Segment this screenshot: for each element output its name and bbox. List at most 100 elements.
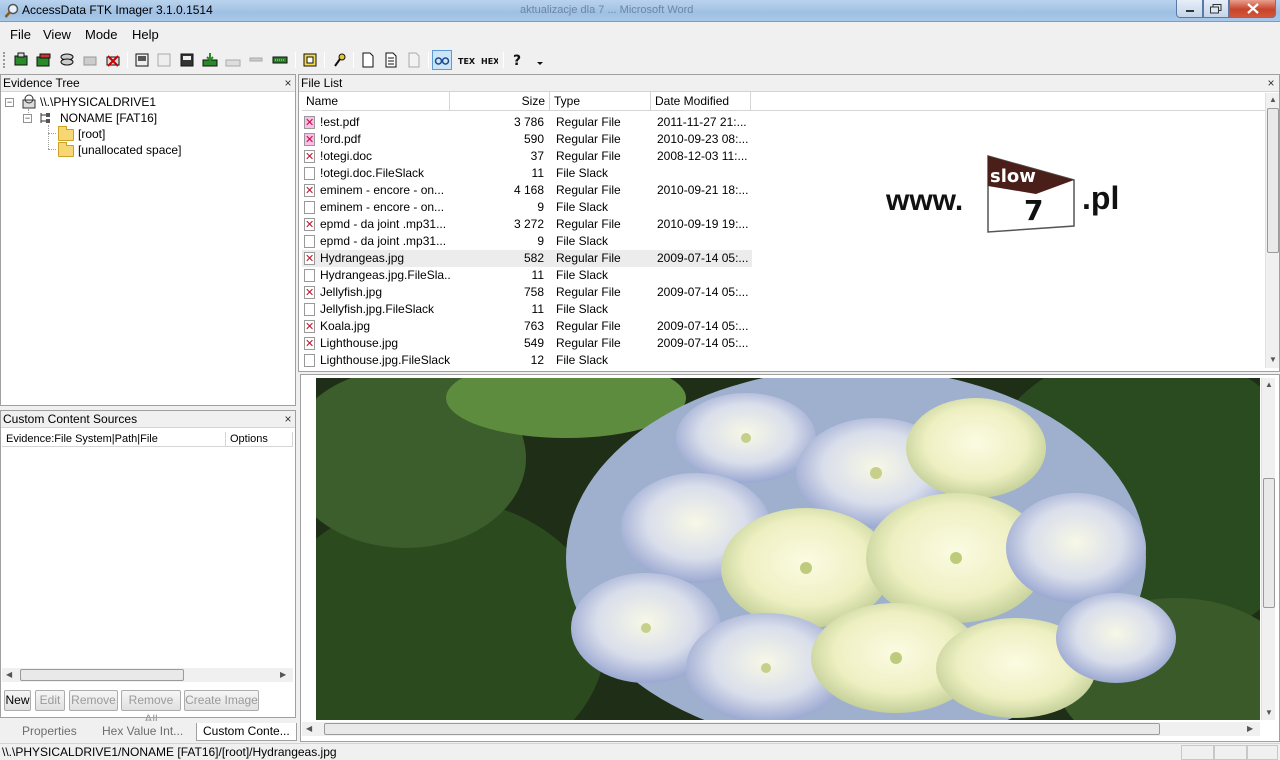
column-name[interactable]: Name bbox=[302, 92, 450, 111]
file-icon bbox=[304, 303, 315, 316]
file-row[interactable]: Hydrangeas.jpg.FileSla... 11 File Slack bbox=[302, 267, 752, 284]
create-custom-image-button[interactable] bbox=[223, 50, 243, 70]
scroll-right-icon[interactable]: ▶ bbox=[280, 670, 286, 679]
remove-button[interactable]: Remove bbox=[69, 690, 118, 711]
toolbar-overflow-button[interactable] bbox=[530, 50, 550, 70]
scroll-thumb[interactable] bbox=[20, 669, 184, 681]
file-row[interactable]: !otegi.doc.FileSlack 11 File Slack bbox=[302, 165, 752, 182]
text-view-mode-button[interactable]: TEXT bbox=[456, 50, 476, 70]
status-cell bbox=[1214, 745, 1247, 760]
file-row[interactable]: !ord.pdf 590 Regular File 2010-09-23 08:... bbox=[302, 131, 752, 149]
file-icon bbox=[304, 235, 315, 248]
file-name: eminem - encore - on... bbox=[320, 200, 445, 214]
scroll-thumb[interactable] bbox=[1267, 108, 1279, 253]
tab-hex-value-interpreter[interactable]: Hex Value Int... bbox=[96, 723, 189, 741]
minimize-button[interactable] bbox=[1176, 0, 1203, 18]
verify-drive-button[interactable] bbox=[270, 50, 290, 70]
file-row[interactable]: !otegi.doc 37 Regular File 2008-12-03 11:..… bbox=[302, 148, 752, 166]
file-type: File Slack bbox=[556, 353, 609, 367]
scroll-up-icon[interactable]: ▲ bbox=[1269, 95, 1277, 104]
help-button[interactable]: ? bbox=[508, 50, 528, 70]
file-row[interactable]: Hydrangeas.jpg 582 Regular File 2009-07-14 … bbox=[302, 250, 752, 268]
file-row[interactable]: epmd - da joint .mp31... 9 File Slack bbox=[302, 233, 752, 250]
text-mode-icon: TEXT bbox=[458, 57, 475, 66]
create-image-button[interactable]: Create Image bbox=[184, 690, 259, 711]
export-files-button[interactable] bbox=[300, 50, 320, 70]
glasses-icon bbox=[434, 57, 450, 65]
scroll-down-icon[interactable]: ▼ bbox=[1269, 355, 1277, 364]
scroll-up-icon[interactable]: ▲ bbox=[1265, 380, 1273, 389]
magnifier-app-icon bbox=[4, 3, 19, 18]
file-row[interactable]: Jellyfish.jpg 758 Regular File 2009-07-14 0… bbox=[302, 284, 752, 302]
file-row[interactable]: eminem - encore - on... 4 168 Regular File… bbox=[302, 182, 752, 200]
column-type[interactable]: Type bbox=[550, 92, 651, 111]
add-all-icon bbox=[36, 53, 51, 67]
custom-content-scrollbar[interactable]: ◀ ▶ bbox=[2, 668, 293, 682]
menu-help[interactable]: Help bbox=[132, 27, 159, 42]
export-hash-button[interactable] bbox=[330, 50, 350, 70]
column-date-modified[interactable]: Date Modified bbox=[651, 92, 751, 111]
column-evidence-path[interactable]: Evidence:File System|Path|File bbox=[2, 432, 226, 447]
column-options[interactable]: Options bbox=[226, 432, 293, 447]
maximize-button[interactable] bbox=[1203, 0, 1229, 18]
file-row[interactable]: Jellyfish.jpg.FileSlack 11 File Slack bbox=[302, 301, 752, 318]
scroll-left-icon[interactable]: ◀ bbox=[306, 724, 312, 733]
toolbar-grip[interactable] bbox=[3, 52, 6, 68]
decrypt-button[interactable] bbox=[246, 50, 266, 70]
collapse-icon[interactable]: − bbox=[5, 98, 14, 107]
menu-file[interactable]: File bbox=[10, 27, 31, 42]
add-to-custom-content-button[interactable] bbox=[200, 50, 220, 70]
toolbar-separator bbox=[324, 52, 325, 68]
edit-button[interactable]: Edit bbox=[35, 690, 65, 711]
file-row[interactable]: Lighthouse.jpg.FileSlack 12 File Slack bbox=[302, 352, 752, 369]
export-disk-image-button[interactable] bbox=[154, 50, 174, 70]
file-type: File Slack bbox=[556, 166, 609, 180]
deleted-file-icon bbox=[304, 132, 315, 149]
close-button[interactable] bbox=[1229, 0, 1276, 18]
scroll-down-icon[interactable]: ▼ bbox=[1265, 708, 1273, 717]
file-row[interactable]: Lighthouse.jpg 549 Regular File 2009-07-14 … bbox=[302, 335, 752, 353]
scroll-thumb[interactable] bbox=[324, 723, 1160, 735]
close-panel-icon[interactable]: × bbox=[283, 413, 293, 425]
remove-evidence-button[interactable] bbox=[80, 50, 100, 70]
add-evidence-button[interactable] bbox=[11, 50, 31, 70]
folder-icon bbox=[58, 126, 74, 141]
tab-properties[interactable]: Properties bbox=[16, 723, 83, 741]
viewer-horizontal-scrollbar[interactable]: ◀ ▶ bbox=[302, 722, 1260, 736]
file-list-scrollbar[interactable]: ▲ ▼ bbox=[1265, 93, 1279, 368]
hex-view-mode-button[interactable]: HEX bbox=[479, 50, 499, 70]
menu-view[interactable]: View bbox=[43, 27, 71, 42]
file-row[interactable]: !est.pdf 3 786 Regular File 2011-11-27 21:.… bbox=[302, 114, 752, 132]
file-properties-button[interactable] bbox=[381, 50, 401, 70]
file-name: !otegi.doc.FileSlack bbox=[320, 166, 425, 180]
document-icon bbox=[362, 52, 374, 68]
toolbar-separator bbox=[353, 52, 354, 68]
scroll-thumb[interactable] bbox=[1263, 478, 1275, 608]
add-all-evidence-button[interactable] bbox=[34, 50, 54, 70]
column-size[interactable]: Size bbox=[450, 92, 550, 111]
deleted-file-icon bbox=[304, 336, 315, 353]
auto-view-mode-button[interactable] bbox=[432, 50, 452, 70]
remove-all-icon bbox=[106, 55, 120, 67]
image-mounting-button[interactable] bbox=[57, 50, 77, 70]
scroll-left-icon[interactable]: ◀ bbox=[6, 670, 12, 679]
file-row[interactable]: epmd - da joint .mp31... 3 272 Regular Fil… bbox=[302, 216, 752, 234]
status-bar: \\.\PHYSICALDRIVE1/NONAME [FAT16]/[root]… bbox=[0, 743, 1280, 760]
menu-mode[interactable]: Mode bbox=[85, 27, 118, 42]
close-panel-icon[interactable]: × bbox=[1266, 77, 1276, 89]
new-document-button[interactable] bbox=[358, 50, 378, 70]
viewer-vertical-scrollbar[interactable]: ▲ ▼ bbox=[1261, 378, 1275, 720]
tab-custom-content[interactable]: Custom Conte... bbox=[196, 723, 297, 741]
remove-all-button[interactable]: Remove All bbox=[121, 690, 181, 726]
collapse-icon[interactable]: − bbox=[23, 114, 32, 123]
file-row[interactable]: Koala.jpg 763 Regular File 2009-07-14 05:..… bbox=[302, 318, 752, 336]
file-icon bbox=[304, 269, 315, 282]
create-disk-image-button[interactable] bbox=[132, 50, 152, 70]
new-button[interactable]: New bbox=[4, 690, 31, 711]
remove-all-button[interactable] bbox=[103, 50, 123, 70]
export-logical-image-button[interactable] bbox=[177, 50, 197, 70]
disabled-document-button[interactable] bbox=[404, 50, 424, 70]
close-panel-icon[interactable]: × bbox=[283, 77, 293, 89]
file-row[interactable]: eminem - encore - on... 9 File Slack bbox=[302, 199, 752, 216]
scroll-right-icon[interactable]: ▶ bbox=[1247, 724, 1253, 733]
